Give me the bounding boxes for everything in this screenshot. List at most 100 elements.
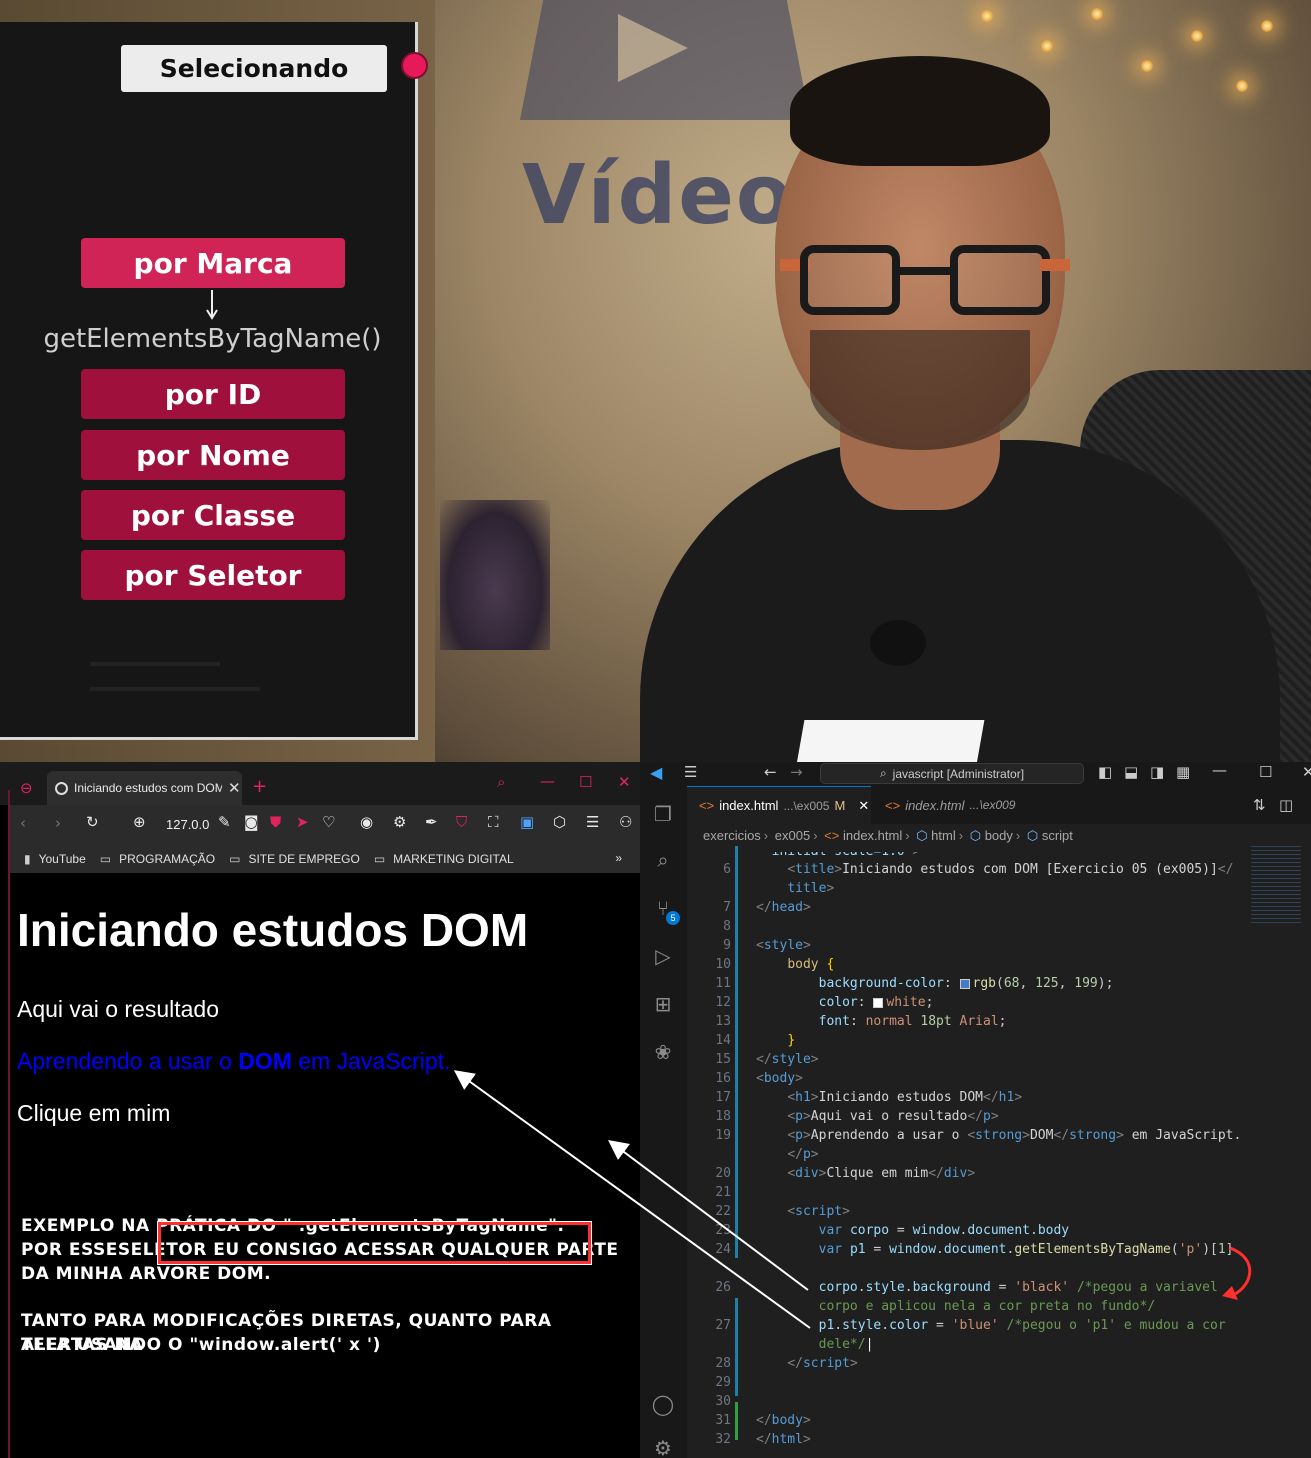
profile-icon[interactable]: ⚇ (619, 815, 632, 830)
close-tab-icon[interactable]: ✕ (228, 779, 241, 797)
code-line: corpo.style.background = 'black' /*pegou… (818, 1280, 1218, 1295)
maximize-icon[interactable]: ☐ (579, 775, 592, 790)
gutter-added (735, 1402, 738, 1440)
line-number: 13 (715, 1014, 731, 1029)
edit-icon[interactable]: ✎ (218, 815, 231, 830)
breadcrumb-item[interactable]: script (1042, 828, 1073, 843)
minimize-icon[interactable]: — (1212, 763, 1227, 778)
settings-sliders-icon[interactable]: ☰ (586, 815, 599, 830)
browser-window: ⊖ Iniciando estudos com DOM ✕ + ⌕ — ☐ ✕ … (0, 762, 640, 1458)
bookmark-marketing-digital[interactable]: ▭ MARKETING DIGITAL (374, 852, 514, 866)
line-number: 32 (715, 1432, 731, 1447)
manage-gear-icon[interactable]: ⚙ (651, 1436, 675, 1458)
folder-icon: ▭ (373, 852, 386, 866)
gear-icon[interactable]: ⚙ (393, 815, 406, 830)
line-number: 21 (715, 1185, 731, 1200)
forward-arrow-icon[interactable]: → (790, 765, 803, 780)
slide-panel: Selecionando por Marca getElementsByTagN… (0, 22, 428, 740)
close-window-icon[interactable]: ✕ (1302, 765, 1311, 780)
lapel-mic-icon (870, 620, 926, 666)
code-line: </p> (787, 1147, 819, 1162)
heart-icon[interactable]: ♡ (322, 815, 335, 830)
send-icon[interactable]: ➤ (296, 815, 309, 830)
line-number: 22 (715, 1204, 731, 1219)
back-icon[interactable]: ‹ (20, 816, 26, 831)
shield-icon[interactable]: ⛊ (270, 815, 281, 830)
code-line: </style> (756, 1052, 819, 1067)
breadcrumb: exercicios › ex005 › <> index.html › ⬡ html… (703, 828, 1073, 843)
breadcrumb-item[interactable]: body (985, 828, 1013, 843)
camera-icon[interactable]: ◙ (244, 815, 259, 830)
reload-icon[interactable]: ↻ (86, 815, 99, 830)
close-window-icon[interactable]: ✕ (618, 775, 631, 790)
code-line: </body> (756, 1413, 811, 1428)
explorer-icon[interactable]: ❐ (651, 802, 675, 826)
new-tab-button[interactable]: + (252, 778, 267, 796)
adblock-icon[interactable]: ◉ (360, 815, 373, 830)
run-debug-icon[interactable]: ▷ (651, 944, 675, 968)
line-number: 24 (715, 1242, 731, 1257)
tab-index-ex005[interactable]: <> index.html ...\ex005 M ✕ (687, 786, 871, 824)
line-number: 9 (723, 938, 731, 953)
code-line: dele*/| (756, 1337, 874, 1352)
tab-index-ex009[interactable]: <> index.html ...\ex009 (873, 786, 1041, 824)
play-logo-icon (618, 14, 688, 82)
translate-icon[interactable]: ▣ (520, 815, 534, 830)
slide-button-por-id: por ID (81, 369, 345, 419)
more-bookmarks-button[interactable]: » (615, 851, 622, 865)
search-icon[interactable]: ⌕ (497, 775, 505, 790)
maximize-icon[interactable]: ☐ (1259, 765, 1272, 780)
slide-method-name: getElementsByTagName() (43, 324, 382, 354)
screenshot-icon[interactable]: ⛶ (488, 815, 499, 830)
search-icon: ⌕ (879, 766, 887, 780)
code-line: <h1>Iniciando estudos DOM</h1> (787, 1090, 1023, 1105)
forward-icon[interactable]: › (55, 816, 61, 831)
toggle-sidebar-icon[interactable]: ◧ (1098, 765, 1112, 780)
code-line: } (787, 1033, 796, 1048)
note-line: DA MINHA ARVORE DOM. (21, 1264, 272, 1284)
split-editor-icon[interactable]: ◫ (1279, 798, 1293, 813)
slide-button-por-seletor: por Seletor (81, 550, 345, 600)
menu-icon[interactable]: ☰ (684, 765, 697, 780)
command-center-search[interactable]: ⌕ javascript [Administrator] (820, 763, 1084, 784)
code-line: <div>Clique em mim</div> (787, 1166, 976, 1181)
close-tab-icon[interactable]: ✕ (858, 798, 869, 814)
figma-icon[interactable]: ❀ (651, 1040, 675, 1064)
figure-on-shelf (440, 500, 550, 650)
vpn-shield-icon[interactable]: ⛉ (456, 815, 467, 830)
result-paragraph: Aqui vai o resultado (17, 996, 220, 1022)
bookmark-programacao[interactable]: ▭ PROGRAMAÇÃO (100, 852, 215, 866)
faint-line (90, 687, 260, 691)
breadcrumb-item[interactable]: ex005 (775, 828, 810, 843)
breadcrumb-item[interactable]: index.html (843, 828, 902, 843)
toggle-panel-icon[interactable]: ⬓ (1124, 765, 1138, 780)
back-arrow-icon[interactable]: ← (764, 765, 777, 780)
video-frame: Vídeo Selecionando por Marca getElements… (0, 0, 1311, 762)
extensions-icon[interactable]: ⬡ (553, 815, 566, 830)
html-file-icon: <> (699, 798, 715, 813)
record-dot-icon (401, 52, 428, 79)
browser-tab[interactable]: Iniciando estudos com DOM ✕ (47, 771, 242, 805)
code-editor[interactable]: 6 7 8 9 10 11 12 13 14 15 16 17 18 19 20 21 22 23 24 26 27 28… (687, 846, 1311, 1458)
breadcrumb-item[interactable]: exercicios (703, 828, 761, 843)
layout-icon[interactable]: ▦ (1176, 765, 1190, 780)
logo-text: Vídeo (522, 148, 795, 243)
gamepad-icon[interactable]: ⊖ (20, 781, 33, 796)
eyedropper-icon[interactable]: ✒ (425, 815, 438, 830)
address-bar[interactable]: 127.0.0 (166, 817, 209, 832)
minimize-icon[interactable]: — (540, 774, 555, 789)
compare-changes-icon[interactable]: ⇅ (1253, 798, 1266, 813)
search-icon[interactable]: ⌕ (651, 848, 675, 872)
code-line: <p>Aprendendo a usar o <strong>DOM</stro… (787, 1128, 1242, 1143)
code-line: initial-scale=1.0"> (756, 844, 921, 859)
code-line: </html> (756, 1432, 811, 1447)
account-icon[interactable]: ◯ (651, 1392, 675, 1416)
click-me-div[interactable]: Clique em mim (17, 1100, 170, 1127)
breadcrumb-item[interactable]: html (931, 828, 956, 843)
site-info-icon[interactable]: ⊕ (133, 815, 146, 830)
extensions-icon[interactable]: ⊞ (651, 992, 675, 1016)
bookmark-youtube[interactable]: ▮ YouTube (24, 852, 86, 866)
code-line: p1.style.color = 'blue' /*pegou o 'p1' e… (818, 1318, 1226, 1333)
bookmark-site-de-emprego[interactable]: ▭ SITE DE EMPREGO (229, 852, 360, 866)
toggle-secondary-sidebar-icon[interactable]: ◨ (1150, 765, 1164, 780)
